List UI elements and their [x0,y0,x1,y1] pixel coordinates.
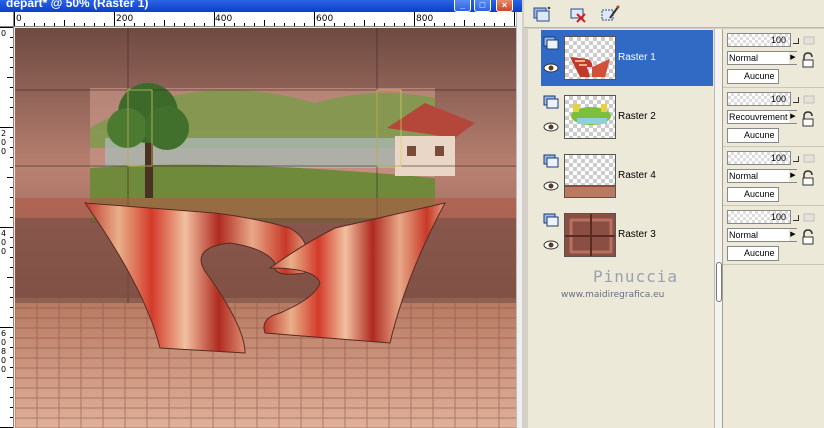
ruler-label: 2 [1,129,7,138]
eye-icon[interactable] [543,121,559,133]
layer-name: Raster 1 [618,52,656,63]
opacity-value: 100 [770,212,786,222]
image-canvas[interactable] [15,28,516,428]
slider-arrow-icon [793,38,799,44]
lock-icon[interactable] [801,111,815,127]
horizontal-ruler: 0 200 400 600 800 [14,12,516,27]
ruler-corner [0,12,14,27]
layer-props-raster-4: 100 Normal ▶ Aucune [723,148,824,206]
layers-list: Raster 1 Raster 2 Raster 4 Raster 3 Pinu… [528,29,722,428]
raster-layer-icon[interactable] [543,154,559,168]
blend-mode-select[interactable]: Normal [727,169,797,183]
canvas-vertical-scrollbar[interactable] [516,12,522,428]
slider-arrow-icon [793,215,799,221]
layer-row-raster-1[interactable]: Raster 1 [541,30,713,86]
watermark-title: Pinuccia [593,267,679,286]
ruler-label: 0 [16,14,22,24]
opacity-value: 100 [770,153,786,163]
layer-thumbnail [564,36,616,80]
layer-properties-column: 100 Normal ▶ Aucune 100 Recouvrement ▶ A… [722,29,824,428]
layer-thumbnail [564,154,616,198]
lock-icon[interactable] [801,170,815,186]
blend-mode-select[interactable]: Normal [727,51,797,65]
new-layer-icon[interactable] [532,4,552,24]
ruler-label: 0 [1,365,7,374]
opacity-value: 100 [770,35,786,45]
ruler-label: 0 [1,356,7,365]
image-window: depart* @ 50% (Raster 1) _ □ × 0 200 400… [0,0,522,428]
app-root: depart* @ 50% (Raster 1) _ □ × 0 200 400… [0,0,824,428]
raster-layer-icon[interactable] [543,36,559,50]
layer-row-raster-4[interactable]: Raster 4 [541,148,713,204]
slider-arrow-icon [793,156,799,162]
layer-props-raster-2: 100 Recouvrement ▶ Aucune [723,89,824,147]
lock-icon[interactable] [801,52,815,68]
blend-mode-select[interactable]: Normal [727,228,797,242]
ruler-label: 0 [1,147,7,156]
raster-layer-icon[interactable] [543,213,559,227]
artwork [15,28,516,428]
layers-scrollbar[interactable] [714,29,722,428]
ruler-label: 0 [1,238,7,247]
layer-thumbnail [564,213,616,257]
ruler-label: 0 [1,29,7,38]
layer-properties-icon[interactable] [600,4,620,24]
mask-button[interactable]: Aucune [727,187,779,202]
link-icon[interactable] [803,211,815,223]
dropdown-arrow-icon[interactable]: ▶ [789,170,797,182]
delete-layer-icon[interactable] [568,4,588,24]
link-icon[interactable] [803,34,815,46]
eye-icon[interactable] [543,62,559,74]
ruler-label: 6 [1,329,7,338]
layer-props-raster-1: 100 Normal ▶ Aucune [723,30,824,88]
title-bar[interactable]: depart* @ 50% (Raster 1) _ □ × [0,0,522,12]
mask-button[interactable]: Aucune [727,69,779,84]
window-title: depart* @ 50% (Raster 1) [6,0,149,10]
layer-row-raster-3[interactable]: Raster 3 [541,207,713,263]
horizontal-ruler-ticks [14,12,515,26]
layer-name: Raster 2 [618,111,656,122]
dropdown-arrow-icon[interactable]: ▶ [789,52,797,64]
eye-icon[interactable] [543,180,559,192]
mask-button[interactable]: Aucune [727,128,779,143]
ruler-label: 800 [416,14,434,24]
dropdown-arrow-icon[interactable]: ▶ [789,111,797,123]
ruler-label: 0 [1,247,7,256]
layer-name: Raster 3 [618,229,656,240]
ruler-label: 0 [1,138,7,147]
ruler-label: 0 [1,338,7,347]
ruler-label: 400 [215,14,233,24]
opacity-slider[interactable]: 100 [727,33,791,47]
dropdown-arrow-icon[interactable]: ▶ [789,229,797,241]
ruler-label: 600 [316,14,334,24]
slider-arrow-icon [793,97,799,103]
opacity-slider[interactable]: 100 [727,92,791,106]
layers-toolbar [524,0,824,28]
layer-row-raster-2[interactable]: Raster 2 [541,89,713,145]
link-icon[interactable] [803,93,815,105]
blend-mode-select[interactable]: Recouvrement [727,110,797,124]
link-icon[interactable] [803,152,815,164]
opacity-slider[interactable]: 100 [727,151,791,165]
lock-icon[interactable] [801,229,815,245]
ruler-label: 200 [116,14,134,24]
maximize-button[interactable]: □ [474,0,491,12]
layer-name: Raster 4 [618,170,656,181]
opacity-value: 100 [770,94,786,104]
vertical-ruler: 0 2 0 0 4 0 0 6 0 8 0 0 [0,27,14,428]
close-button[interactable]: × [496,0,513,12]
mask-button[interactable]: Aucune [727,246,779,261]
layer-thumbnail [564,95,616,139]
minimize-button[interactable]: _ [454,0,471,12]
watermark-url: www.maidiregrafica.eu [561,290,665,300]
raster-layer-icon[interactable] [543,95,559,109]
eye-icon[interactable] [543,239,559,251]
ruler-label: 4 [1,229,7,238]
opacity-slider[interactable]: 100 [727,210,791,224]
ruler-label: 8 [1,347,7,356]
layer-props-raster-3: 100 Normal ▶ Aucune [723,207,824,265]
